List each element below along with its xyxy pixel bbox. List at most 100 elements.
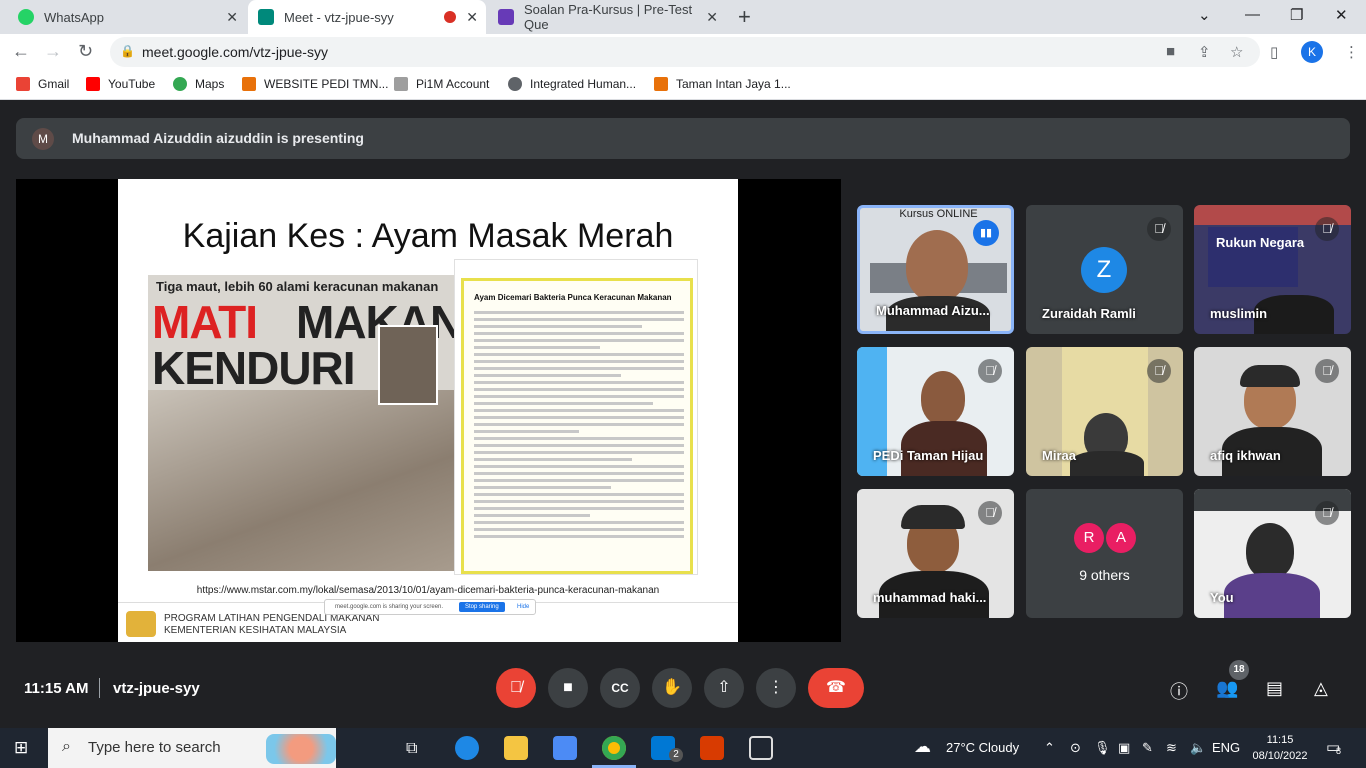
- cloud-icon: ☁: [914, 737, 931, 756]
- weather-text[interactable]: 27°C Cloudy: [946, 740, 1019, 755]
- lock-icon: 🔒: [120, 44, 135, 58]
- chevron-up-icon[interactable]: ⌃: [1044, 740, 1055, 756]
- present-button[interactable]: ⇧: [704, 668, 744, 708]
- camera-icon[interactable]: ■: [1166, 43, 1175, 60]
- file-explorer-icon[interactable]: [504, 736, 528, 760]
- participant-name: muslimin: [1210, 306, 1268, 321]
- tab-meet[interactable]: Meet - vtz-jpue-syy ✕: [248, 0, 486, 34]
- participant-name: Muhammad Aizu...: [876, 303, 990, 318]
- forward-icon[interactable]: →: [44, 41, 62, 62]
- task-view-icon[interactable]: ⧉: [406, 740, 417, 758]
- news-headline: Tiga maut, lebih 60 alami keracunan maka…: [156, 279, 439, 294]
- minimize-icon[interactable]: —: [1245, 6, 1260, 23]
- participant-tile[interactable]: 🎙̸ afiq ikhwan: [1194, 347, 1351, 476]
- address-bar[interactable]: 🔒 meet.google.com/vtz-jpue-syy ■ ⇪ ☆: [110, 37, 1260, 67]
- menu-icon[interactable]: ⋮: [1344, 43, 1359, 61]
- store-icon[interactable]: [553, 736, 577, 760]
- bookmark-label: YouTube: [108, 77, 156, 91]
- participant-name: Miraa: [1042, 448, 1076, 463]
- participant-tile[interactable]: Z 🎙̸ Zuraidah Ramli: [1026, 205, 1183, 334]
- mic-off-icon: 🎙̸: [978, 359, 1002, 383]
- bookmark-pi1m[interactable]: Pi1M Account: [394, 77, 489, 91]
- office-icon[interactable]: [700, 736, 724, 760]
- windows-start-icon[interactable]: ⊞: [14, 738, 28, 758]
- tab-label: WhatsApp: [44, 9, 104, 25]
- meeting-code: vtz-jpue-syy: [113, 680, 200, 697]
- cube-app-icon[interactable]: [749, 736, 773, 760]
- bookmark-taman-intan[interactable]: Taman Intan Jaya 1...: [654, 77, 791, 91]
- participant-name: Zuraidah Ramli: [1042, 306, 1136, 321]
- screen-share-icon[interactable]: ▣: [1118, 740, 1130, 756]
- news-photo: [148, 390, 460, 571]
- participant-tile[interactable]: Rukun Negara 🎙̸ muslimin: [1194, 205, 1351, 334]
- chrome-icon[interactable]: [602, 736, 626, 760]
- camera-toggle-button[interactable]: ■: [548, 668, 588, 708]
- tab-search-icon[interactable]: ⌄: [1198, 6, 1211, 24]
- participant-tile[interactable]: 🎙̸ You: [1194, 489, 1351, 618]
- bookmark-integrated[interactable]: Integrated Human...: [508, 77, 636, 91]
- leave-call-button[interactable]: ☎: [808, 668, 864, 708]
- bookmark-maps[interactable]: Maps: [173, 77, 224, 91]
- language-indicator[interactable]: ENG: [1212, 740, 1240, 755]
- close-window-icon[interactable]: ✕: [1335, 6, 1348, 24]
- bookmark-pedi[interactable]: WEBSITE PEDI TMN...: [242, 77, 388, 91]
- back-icon[interactable]: ←: [12, 41, 30, 62]
- hide-button[interactable]: Hide: [517, 604, 529, 610]
- people-icon[interactable]: 👥: [1216, 678, 1238, 699]
- captions-button[interactable]: CC: [600, 668, 640, 708]
- participant-tile[interactable]: R A 9 others: [1026, 489, 1183, 618]
- mic-toggle-button[interactable]: 🎙̸: [496, 668, 536, 708]
- device-icon[interactable]: ⊙: [1070, 740, 1081, 756]
- person-head: [1246, 523, 1294, 579]
- speaker-icon[interactable]: 🔈: [1190, 740, 1206, 756]
- wifi-icon[interactable]: ≋: [1166, 740, 1177, 756]
- bookmark-label: Maps: [195, 77, 225, 91]
- tab-soalan[interactable]: Soalan Pra-Kursus | Pre-Test Que ✕: [488, 0, 726, 34]
- close-icon[interactable]: ✕: [466, 9, 478, 26]
- reload-icon[interactable]: ↻: [78, 41, 93, 62]
- new-tab-button[interactable]: +: [738, 4, 751, 30]
- meet-icon: [258, 9, 274, 25]
- mic-icon[interactable]: 🎙: [1094, 740, 1111, 756]
- share-icon[interactable]: ⇪: [1198, 43, 1211, 61]
- close-icon[interactable]: ✕: [706, 9, 718, 26]
- shared-slide: Kajian Kes : Ayam Masak Merah Tiga maut,…: [118, 179, 738, 644]
- participant-avatar: Z: [1081, 247, 1127, 293]
- article-title: Ayam Dicemari Bakteria Punca Keracunan M…: [474, 293, 672, 302]
- footer-text: PROGRAM LATIHAN PENGENDALI MAKANAN KEMEN…: [164, 613, 379, 637]
- participant-avatar: A: [1106, 523, 1136, 553]
- presentation-stage[interactable]: Kajian Kes : Ayam Masak Merah Tiga maut,…: [16, 179, 841, 644]
- star-icon[interactable]: ☆: [1230, 43, 1243, 61]
- pen-icon[interactable]: ✎: [1142, 740, 1153, 756]
- taskbar-search[interactable]: ⌕ Type here to search: [48, 728, 336, 768]
- person-head: [921, 371, 965, 425]
- bookmark-youtube[interactable]: YouTube: [86, 77, 155, 91]
- maximize-icon[interactable]: ❐: [1290, 6, 1303, 24]
- sidepanel-icon[interactable]: ▯: [1270, 43, 1278, 61]
- activities-icon[interactable]: ◬: [1314, 678, 1328, 699]
- raise-hand-button[interactable]: ✋: [652, 668, 692, 708]
- participant-tile[interactable]: 🎙̸ Miraa: [1026, 347, 1183, 476]
- url-text: meet.google.com/vtz-jpue-syy: [142, 44, 328, 60]
- more-options-button[interactable]: ⋮: [756, 668, 796, 708]
- cap: [1240, 365, 1300, 387]
- taskbar-clock[interactable]: 11:15 08/10/2022: [1250, 732, 1310, 764]
- tile-overlay-text: Kursus ONLINE: [899, 208, 978, 220]
- pi1m-icon: [394, 77, 408, 91]
- bookmark-gmail[interactable]: Gmail: [16, 77, 69, 91]
- screen-share-notice: meet.google.com is sharing your screen. …: [324, 599, 536, 615]
- edge-icon[interactable]: [455, 736, 479, 760]
- profile-avatar[interactable]: K: [1301, 41, 1323, 63]
- mic-off-icon: 🎙̸: [1147, 217, 1171, 241]
- tab-whatsapp[interactable]: WhatsApp ✕: [8, 0, 246, 34]
- meet-main: M Muhammad Aizuddin aizuddin is presenti…: [0, 101, 1366, 725]
- participant-tile[interactable]: Kursus ONLINE ▮▮ Muhammad Aizu...: [857, 205, 1014, 334]
- article-body: [474, 311, 684, 542]
- chat-icon[interactable]: ▤: [1266, 678, 1283, 699]
- stop-sharing-button[interactable]: Stop sharing: [459, 602, 505, 612]
- participant-tile[interactable]: 🎙̸ PEDi Taman Hijau: [857, 347, 1014, 476]
- mic-off-icon: 🎙̸: [1315, 359, 1339, 383]
- close-icon[interactable]: ✕: [226, 9, 238, 26]
- meeting-details-icon[interactable]: ⓘ: [1170, 678, 1188, 704]
- participant-tile[interactable]: 🎙̸ muhammad haki...: [857, 489, 1014, 618]
